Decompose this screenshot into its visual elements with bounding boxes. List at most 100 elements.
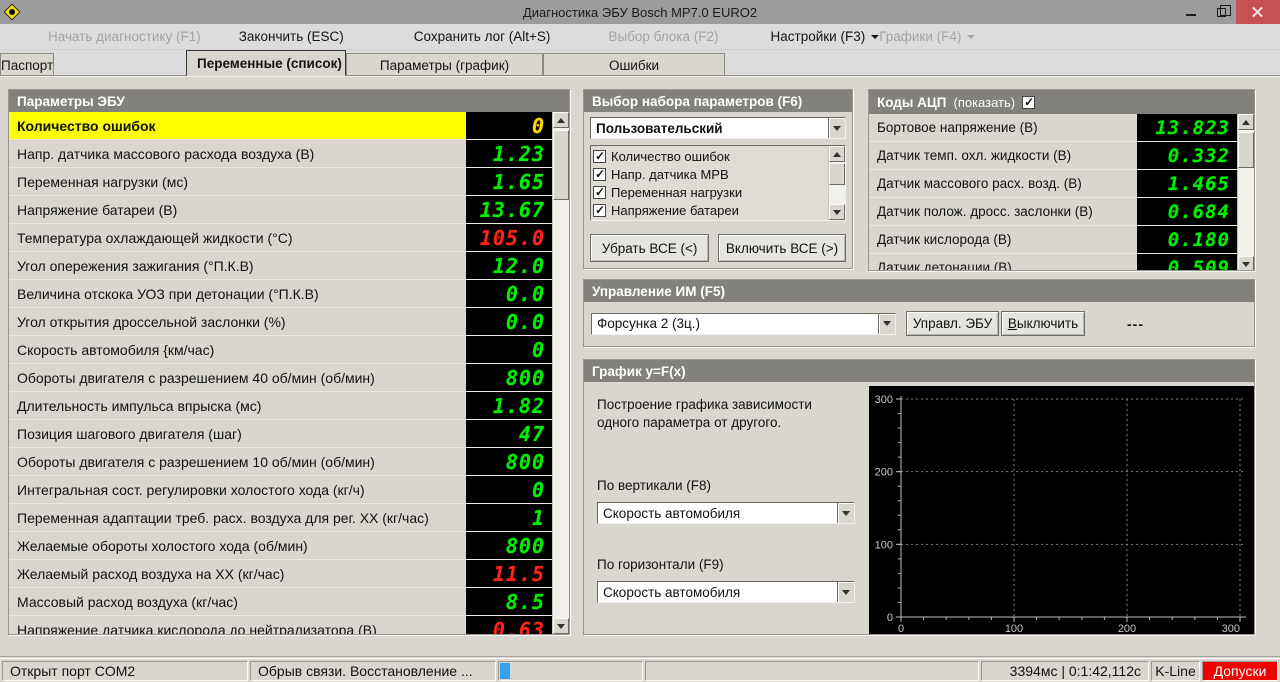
menu-item[interactable]: Настройки (F3) xyxy=(771,29,880,44)
scroll-down-button[interactable] xyxy=(1238,256,1254,270)
adc-value: 0.180 xyxy=(1137,226,1237,253)
status-connection: Обрыв связи. Восстановление ... xyxy=(250,661,496,681)
adc-value: 0.684 xyxy=(1137,198,1237,225)
param-set-combo[interactable]: Пользовательский xyxy=(590,117,846,139)
param-value: 1.82 xyxy=(466,392,552,419)
combo-dropdown-button[interactable] xyxy=(837,503,854,523)
param-row[interactable]: Напряжение батареи (В) 13.67 xyxy=(9,196,552,224)
tab-bar: Переменные (список) Параметры (график) О… xyxy=(0,50,1280,76)
scroll-thumb[interactable] xyxy=(553,130,569,200)
adc-show-label: (показать) xyxy=(953,94,1016,110)
param-label: Угол опережения зажигания (°П.К.В) xyxy=(17,257,254,274)
combo-dropdown-button[interactable] xyxy=(837,582,854,602)
scroll-thumb[interactable] xyxy=(1238,132,1254,168)
scroll-thumb[interactable] xyxy=(829,163,845,185)
adc-row[interactable]: Датчик массового расх. возд. (В) 1.465 xyxy=(869,170,1237,198)
scroll-up-button[interactable] xyxy=(829,146,845,162)
tab[interactable]: Переменные (список) xyxy=(186,50,346,76)
param-row[interactable]: Обороты двигателя с разрешением 10 об/ми… xyxy=(9,448,552,476)
tab[interactable]: Ошибки xyxy=(543,53,725,76)
param-value: 0 xyxy=(466,476,552,503)
param-row[interactable]: Величина отскока УОЗ при детонации (°П.К… xyxy=(9,280,552,308)
scroll-up-button[interactable] xyxy=(1238,114,1254,130)
actuator-combo[interactable]: Форсунка 2 (3ц.) xyxy=(591,312,896,335)
ecu-control-button[interactable]: Управл. ЭБУ xyxy=(906,311,999,336)
param-row[interactable]: Интегральная сост. регулировки холостого… xyxy=(9,476,552,504)
param-row[interactable]: Желаемый расход воздуха на ХХ (кг/час) 1… xyxy=(9,560,552,588)
param-row[interactable]: Обороты двигателя с разрешением 40 об/ми… xyxy=(9,364,552,392)
minimize-button[interactable] xyxy=(1176,0,1206,24)
svg-text:200: 200 xyxy=(1118,623,1136,634)
tolerances-badge[interactable]: Допуски xyxy=(1202,661,1278,681)
param-row[interactable]: Переменная нагрузки (мс) 1.65 xyxy=(9,168,552,196)
checklist-item[interactable]: Напр. датчика МРВ xyxy=(593,165,828,183)
adc-row[interactable]: Бортовое напряжение (В) 13.823 xyxy=(869,114,1237,142)
param-row[interactable]: Скорость автомобиля {км/час) 0 xyxy=(9,336,552,364)
chevron-down-icon xyxy=(842,510,850,520)
param-label: Массовый расход воздуха (кг/час) xyxy=(17,593,238,610)
param-row[interactable]: Длительность импульса впрыска (мс) 1.82 xyxy=(9,392,552,420)
enable-all-button[interactable]: Включить ВСЕ (>) xyxy=(718,234,846,262)
adc-row[interactable]: Датчик темп. охл. жидкости (В) 0.332 xyxy=(869,142,1237,170)
checklist-item[interactable]: Переменная нагрузки xyxy=(593,183,828,201)
param-row[interactable]: Угол открытия дроссельной заслонки (%) 0… xyxy=(9,308,552,336)
adc-value: 13.823 xyxy=(1137,114,1237,141)
param-row[interactable]: Массовый расход воздуха (кг/час) 8.5 xyxy=(9,588,552,616)
tab[interactable]: Параметры (график) xyxy=(346,53,543,76)
adc-label: Датчик кислорода (В) xyxy=(877,232,1012,247)
close-button[interactable] xyxy=(1236,0,1280,24)
scroll-up-button[interactable] xyxy=(553,112,569,128)
param-row[interactable]: Переменная адаптации треб. расх. воздуха… xyxy=(9,504,552,532)
ecu-params-panel: Параметры ЭБУ Количество ошибок 0 Напр. … xyxy=(8,89,570,635)
actuator-title: Управление ИМ (F5) xyxy=(584,280,1254,302)
param-label: Длительность импульса впрыска (мс) xyxy=(17,397,262,414)
param-row[interactable]: Угол опережения зажигания (°П.К.В) 12.0 xyxy=(9,252,552,280)
adc-value: 1.465 xyxy=(1137,170,1237,197)
combo-dropdown-button[interactable] xyxy=(828,118,845,138)
checkbox-icon[interactable] xyxy=(593,167,606,181)
horizontal-axis-combo[interactable]: Скорость автомобиля xyxy=(597,581,855,603)
vertical-axis-combo[interactable]: Скорость автомобиля xyxy=(597,502,855,524)
checkbox-icon[interactable] xyxy=(593,203,606,217)
param-row[interactable]: Количество ошибок 0 xyxy=(9,112,552,140)
param-value: 1 xyxy=(466,504,552,531)
adc-row[interactable]: Датчик кислорода (В) 0.180 xyxy=(869,226,1237,254)
param-value: 8.5 xyxy=(466,588,552,615)
adc-codes-panel: Коды АЦП (показать) Бортовое напряжение … xyxy=(868,89,1255,271)
param-row[interactable]: Напряжение датчика кислорода до нейтрали… xyxy=(9,616,552,634)
arrow-up-icon xyxy=(557,114,565,123)
param-label: Обороты двигателя с разрешением 10 об/ми… xyxy=(17,453,375,470)
param-value: 0 xyxy=(466,336,552,363)
param-row[interactable]: Температура охлаждающей жидкости (°С) 10… xyxy=(9,224,552,252)
param-row[interactable]: Позиция шагового двигателя (шаг) 47 xyxy=(9,420,552,448)
combo-dropdown-button[interactable] xyxy=(878,313,895,334)
menu-item[interactable]: Сохранить лог (Alt+S) xyxy=(414,29,551,44)
checklist-item[interactable]: Напряжение батареи xyxy=(593,201,828,219)
ecu-scrollbar[interactable] xyxy=(552,112,569,634)
adc-row[interactable]: Датчик детонации (В) 0.509 xyxy=(869,254,1237,270)
checkbox-icon[interactable] xyxy=(593,185,606,199)
adc-label: Датчик массового расх. возд. (В) xyxy=(877,176,1082,191)
scroll-down-button[interactable] xyxy=(553,618,569,634)
adc-show-checkbox[interactable] xyxy=(1022,95,1036,109)
checkbox-icon[interactable] xyxy=(593,149,606,163)
checklist-scrollbar[interactable] xyxy=(828,146,845,220)
scroll-down-button[interactable] xyxy=(829,204,845,220)
menu-bar: Начать диагностику (F1) Закончить (ESC) … xyxy=(0,24,1280,50)
svg-text:100: 100 xyxy=(1005,623,1023,634)
param-label: Температура охлаждающей жидкости (°С) xyxy=(17,229,293,246)
restore-button[interactable] xyxy=(1206,0,1236,24)
tab[interactable]: Паспорт xyxy=(0,53,55,76)
param-row[interactable]: Желаемые обороты холостого хода (об/мин)… xyxy=(9,532,552,560)
param-set-panel: Выбор набора параметров (F6) Пользовател… xyxy=(583,89,853,269)
menu-item[interactable]: Закончить (ESC) xyxy=(239,29,344,44)
clear-all-button[interactable]: Убрать ВСЕ (<) xyxy=(590,234,710,262)
checklist-item[interactable]: Количество ошибок xyxy=(593,147,828,165)
graph-description: Построение графика зависимости одного па… xyxy=(597,397,812,430)
adc-row[interactable]: Датчик полож. дросс. заслонки (В) 0.684 xyxy=(869,198,1237,226)
param-label: Величина отскока УОЗ при детонации (°П.К… xyxy=(17,285,319,302)
adc-scrollbar[interactable] xyxy=(1237,114,1254,270)
switch-off-button[interactable]: Выключить xyxy=(1001,311,1085,336)
param-row[interactable]: Напр. датчика массового расхода воздуха … xyxy=(9,140,552,168)
ecu-params-list: Количество ошибок 0 Напр. датчика массов… xyxy=(9,112,552,634)
